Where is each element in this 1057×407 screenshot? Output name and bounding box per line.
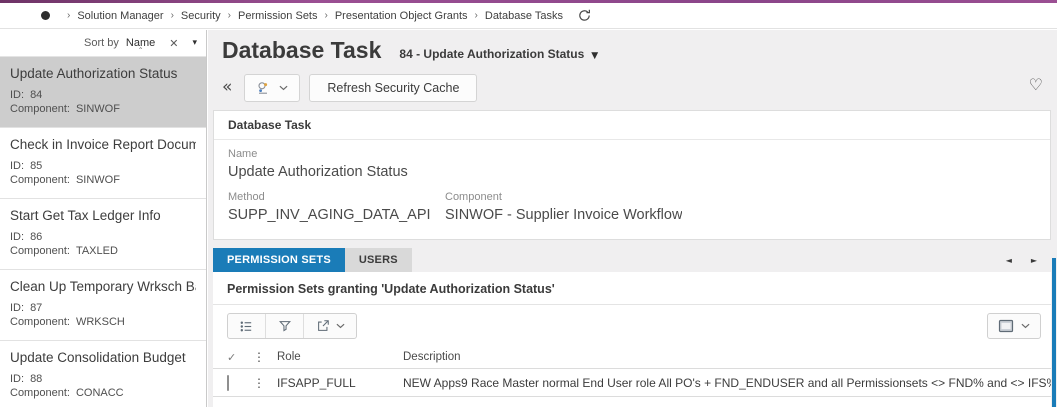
breadcrumb-separator: › xyxy=(67,10,70,21)
id-value: 86 xyxy=(30,231,42,243)
id-value: 85 xyxy=(30,160,42,172)
view-options-button[interactable] xyxy=(987,313,1041,339)
table-toolbar xyxy=(213,305,1051,346)
stamp-icon xyxy=(256,81,270,95)
chevron-down-icon xyxy=(1021,323,1030,329)
list-item-clean-up-temporary-wrksch[interactable]: Clean Up Temporary Wrksch Ba... ID: 87 Co… xyxy=(0,270,206,341)
refresh-icon[interactable] xyxy=(577,8,592,23)
list-item-start-get-tax-ledger-info[interactable]: Start Get Tax Ledger Info ID: 86 Componen… xyxy=(0,199,206,270)
page-head: Database Task 84 - Update Authorization … xyxy=(222,37,1043,64)
refresh-security-cache-button[interactable]: Refresh Security Cache xyxy=(309,74,477,102)
row-kebab-icon[interactable]: ⋮ xyxy=(253,376,277,390)
breadcrumb-item-solution-manager[interactable]: Solution Manager xyxy=(77,10,163,22)
component-label: Component: xyxy=(10,103,70,115)
breadcrumb-item-security[interactable]: Security xyxy=(181,10,221,22)
component-field-value: SINWOF - Supplier Invoice Workflow xyxy=(445,207,682,223)
list-item-check-in-invoice-report[interactable]: Check in Invoice Report Docume... ID:85 … xyxy=(0,128,206,199)
sort-bar: Sort by Name ˆ ✕ ▾ xyxy=(0,30,206,57)
id-label: ID: xyxy=(10,302,24,314)
sidebar: Sort by Name ˆ ✕ ▾ Update Authorization … xyxy=(0,30,207,407)
app-dot-icon xyxy=(41,11,50,20)
breadcrumb-separator: › xyxy=(228,10,231,21)
component-value: CONACC xyxy=(76,387,124,399)
vertical-scrollbar[interactable] xyxy=(1052,258,1056,407)
id-value: 87 xyxy=(30,302,42,314)
component-field-label: Component xyxy=(445,191,682,203)
cell-description: NEW Apps9 Race Master normal End User ro… xyxy=(403,376,1051,390)
main-content: Database Task 84 - Update Authorization … xyxy=(208,30,1057,407)
column-header-role[interactable]: Role xyxy=(277,351,403,363)
record-selector[interactable]: 84 - Update Authorization Status xyxy=(399,47,584,61)
id-label: ID: xyxy=(10,231,24,243)
id-label: ID: xyxy=(10,373,24,385)
id-value: 88 xyxy=(30,373,42,385)
name-field-label: Name xyxy=(228,148,1036,160)
id-label: ID: xyxy=(10,160,24,172)
list-item-title: Clean Up Temporary Wrksch Ba... xyxy=(10,279,196,294)
sort-ascending-icon: ˆ xyxy=(138,47,143,58)
stamp-dropdown-button[interactable] xyxy=(244,74,300,102)
tab-scroll-left-icon[interactable]: ◄ xyxy=(1006,256,1012,265)
list-item-update-authorization-status[interactable]: Update Authorization Status ID: 84 Compon… xyxy=(0,57,206,128)
breadcrumb-bar: › Solution Manager › Security › Permissi… xyxy=(0,3,1057,29)
component-value: WRKSCH xyxy=(76,316,125,328)
export-dropdown-button[interactable] xyxy=(304,314,356,338)
list-view-button[interactable] xyxy=(228,314,266,338)
id-label: ID: xyxy=(10,89,24,101)
component-label: Component: xyxy=(10,387,70,399)
breadcrumb-item-database-tasks[interactable]: Database Tasks xyxy=(485,10,563,22)
component-label: Component: xyxy=(10,245,70,257)
sort-caret-icon[interactable]: ▾ xyxy=(192,38,197,48)
favorite-heart-icon[interactable]: ♡ xyxy=(1029,75,1043,94)
row-checkbox[interactable] xyxy=(227,375,229,391)
breadcrumb-separator: › xyxy=(325,10,328,21)
table-view-icon xyxy=(998,319,1014,333)
tab-strip: PERMISSION SETS USERS ◄ ► xyxy=(213,248,1051,272)
export-icon xyxy=(316,319,330,333)
breadcrumb-item-permission-sets[interactable]: Permission Sets xyxy=(238,10,317,22)
breadcrumb-separator: › xyxy=(171,10,174,21)
sort-by-label: Sort by xyxy=(84,37,119,49)
list-item-title: Update Authorization Status xyxy=(10,66,196,81)
filter-icon xyxy=(278,319,292,333)
component-label: Component: xyxy=(10,316,70,328)
component-label: Component: xyxy=(10,174,70,186)
card-title: Database Task xyxy=(214,111,1050,140)
method-field-label: Method xyxy=(228,191,431,203)
id-value: 84 xyxy=(30,89,42,101)
name-field-value: Update Authorization Status xyxy=(228,164,1036,180)
list-item-title: Start Get Tax Ledger Info xyxy=(10,208,196,223)
database-task-card: Database Task Name Update Authorization … xyxy=(213,110,1051,240)
panel-title: Permission Sets granting 'Update Authori… xyxy=(213,272,1051,305)
chevron-down-icon xyxy=(336,323,345,329)
select-all-check-icon[interactable]: ✓ xyxy=(227,351,253,364)
list-item-title: Check in Invoice Report Docume... xyxy=(10,137,196,152)
tab-scroll-right-icon[interactable]: ► xyxy=(1031,256,1037,265)
filter-button[interactable] xyxy=(266,314,304,338)
cell-role: IFSAPP_FULL xyxy=(277,376,403,390)
table-row[interactable]: ⋮ IFSAPP_FULL NEW Apps9 Race Master norm… xyxy=(213,369,1051,397)
record-selector-caret-icon[interactable]: ▼ xyxy=(591,51,598,61)
table-header-row: ✓ ⋮ Role Description xyxy=(213,346,1051,369)
chevron-down-icon xyxy=(279,85,288,91)
component-value: SINWOF xyxy=(76,103,120,115)
collapse-panel-icon[interactable]: « xyxy=(222,79,232,96)
list-icon xyxy=(239,319,254,334)
permission-sets-panel: Permission Sets granting 'Update Authori… xyxy=(213,272,1051,407)
component-value: TAXLED xyxy=(76,245,118,257)
list-item-update-consolidation-budget[interactable]: Update Consolidation Budget ID: 88 Compon… xyxy=(0,341,206,407)
clear-sort-icon[interactable]: ✕ xyxy=(169,37,178,50)
breadcrumb-item-presentation-object-grants[interactable]: Presentation Object Grants xyxy=(335,10,468,22)
column-header-description[interactable]: Description xyxy=(403,351,1051,363)
list-item-title: Update Consolidation Budget xyxy=(10,350,196,365)
page-title: Database Task xyxy=(222,37,381,64)
tab-users[interactable]: USERS xyxy=(345,248,412,272)
component-value: SINWOF xyxy=(76,174,120,186)
sort-field-value[interactable]: Name ˆ xyxy=(126,37,155,49)
header-kebab-icon[interactable]: ⋮ xyxy=(253,350,277,364)
command-bar: « Refresh Security Cache ♡ xyxy=(222,73,1043,102)
tab-permission-sets[interactable]: PERMISSION SETS xyxy=(213,248,345,272)
breadcrumb-separator: › xyxy=(475,10,478,21)
method-field-value: SUPP_INV_AGING_DATA_API.START... xyxy=(228,207,431,223)
